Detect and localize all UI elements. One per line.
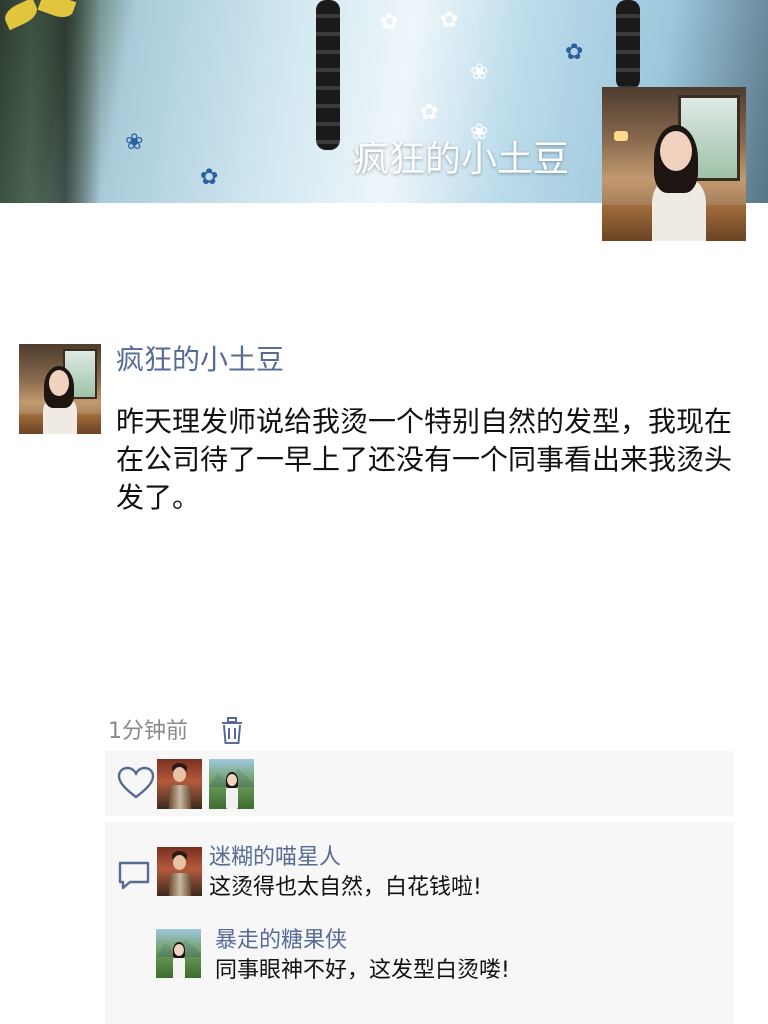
comment-avatar[interactable]	[157, 847, 202, 896]
flower-decoration: ✿	[420, 100, 439, 125]
post-content: 昨天理发师说给我烫一个特别自然的发型，我现在在公司待了一早上了还没有一个同事看出…	[116, 405, 733, 514]
cover-avatar[interactable]	[602, 87, 746, 241]
post-time: 1分钟前	[108, 719, 188, 744]
comment-text: 这烫得也太自然，白花钱啦!	[209, 875, 482, 900]
flower-decoration: ✿	[440, 8, 459, 33]
likes-bar	[105, 751, 734, 816]
comment-avatar[interactable]	[156, 929, 201, 978]
liker-avatar[interactable]	[157, 759, 202, 809]
braid-decoration	[616, 0, 640, 90]
comments-panel: 迷糊的喵星人 这烫得也太自然，白花钱啦! 暴走的糖果侠 同事眼神不好，这发型白烫…	[105, 822, 734, 1024]
heart-icon	[114, 762, 158, 806]
braid-decoration	[316, 0, 340, 150]
post-author-name[interactable]: 疯狂的小土豆	[116, 342, 284, 378]
comment-author[interactable]: 迷糊的喵星人	[209, 844, 341, 872]
flower-decoration: ✿	[565, 40, 584, 65]
trash-icon[interactable]	[220, 717, 244, 745]
post-author-avatar[interactable]	[19, 344, 101, 434]
comment-author[interactable]: 暴走的糖果侠	[215, 927, 347, 955]
comment-text: 同事眼神不好，这发型白烫喽!	[215, 958, 510, 983]
flower-decoration: ❀	[470, 60, 489, 85]
flower-decoration: ✿	[380, 10, 399, 35]
comment-icon	[112, 853, 156, 897]
liker-avatar[interactable]	[209, 759, 254, 809]
